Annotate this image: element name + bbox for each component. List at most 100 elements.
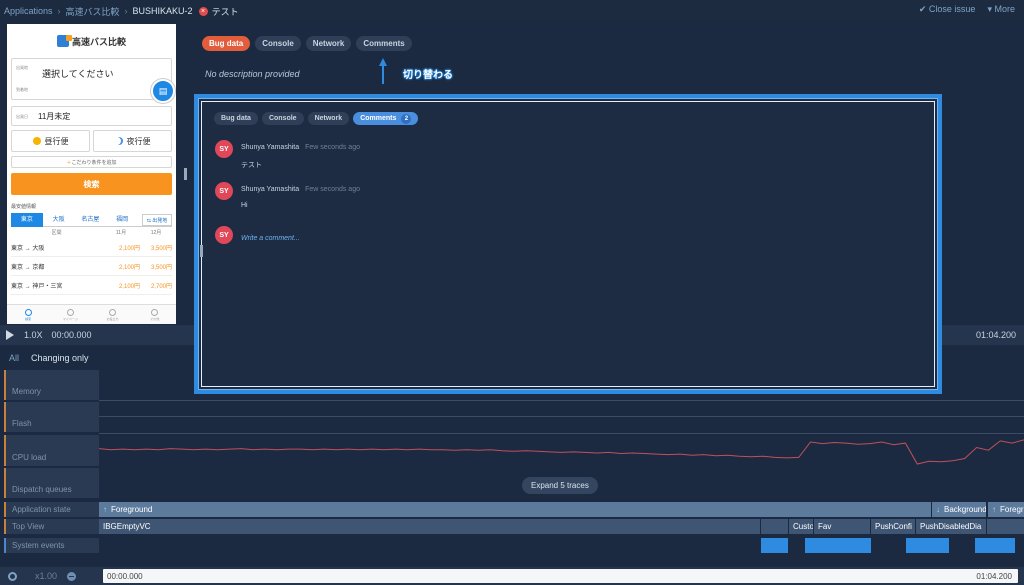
avatar: SY [215, 182, 233, 200]
arrow-up-icon: ↑ [103, 505, 107, 514]
comments-panel: Bug data Console Network Comments 2 SY Sh… [200, 101, 935, 387]
system-event[interactable] [975, 538, 1015, 553]
top-view-segment: IBGEmptyVC [99, 519, 760, 534]
route-placeholder: 選択してください [42, 69, 114, 79]
expand-traces-button[interactable]: Expand 5 traces [522, 477, 598, 494]
system-event[interactable] [761, 538, 788, 553]
header-actions: ✔ Close issue ▾ More [919, 4, 1015, 15]
date-value: 11月未定 [38, 111, 71, 121]
person-icon [66, 308, 74, 316]
cpu-load-line [99, 439, 1024, 465]
nav-mypage[interactable]: マイページ [49, 305, 91, 324]
playback-time: 00:00.000 [51, 330, 92, 340]
trace-label-memory: Memory [4, 370, 99, 400]
trace-label-flash: Flash [4, 402, 99, 432]
system-event[interactable] [805, 538, 871, 553]
region-tab[interactable]: 名古屋 [75, 213, 107, 227]
tab-comments[interactable]: Comments [356, 36, 412, 51]
pane-splitter-handle[interactable] [184, 168, 187, 180]
price-row[interactable]: 東京 → 神戸・三宮 2,100円 2,700円 [11, 276, 172, 295]
sun-icon [32, 137, 41, 145]
top-view-segment [761, 519, 788, 534]
top-view-segment: Custom [789, 519, 813, 534]
tab-network[interactable]: Network [307, 112, 350, 125]
filter-all[interactable]: All [9, 353, 19, 363]
region-tabs: 東京 大阪 名古屋 福岡 ⇆ 出発地 [11, 212, 172, 227]
more-icon [151, 308, 159, 316]
timeline-scrubber[interactable]: 00:00.000 01:04.200 [103, 569, 1018, 583]
price-table-header: 区間 11月 12月 [51, 230, 162, 236]
tab-comments[interactable]: Comments 2 [353, 112, 419, 125]
zoom-out-icon[interactable] [67, 571, 77, 581]
tab-console[interactable]: Console [261, 112, 304, 125]
description-placeholder: No description provided [205, 69, 300, 79]
moon-icon [115, 137, 123, 145]
app-state-segment: ↑Foreground [988, 502, 1024, 517]
tab-network[interactable]: Network [305, 36, 352, 51]
nav-tips[interactable]: お役立ち [92, 305, 134, 324]
nav-other[interactable]: その他 [134, 305, 176, 324]
date-selector[interactable]: 出発日 11月未定 [11, 106, 172, 126]
route-selector[interactable]: 出発地 到着地 選択してください ▤ [11, 58, 175, 103]
chat-icon[interactable]: ▤ [151, 79, 175, 103]
play-icon[interactable] [6, 330, 14, 340]
top-bar: Applications › 高速バス比較 › BUSHIKAKU-2 × テス… [0, 0, 1024, 22]
breadcrumb-issue-id: BUSHIKAKU-2 [132, 6, 193, 16]
from-label: 出発地 [16, 65, 28, 70]
search-button[interactable]: 検索 [11, 173, 172, 195]
price-row[interactable]: 東京 → 大阪 2,100円 3,500円 [11, 238, 172, 257]
scrubber-start-time: 00:00.000 [107, 571, 143, 581]
panel-splitter-handle[interactable] [200, 245, 203, 257]
detail-tabs: Bug data Console Network Comments [202, 36, 412, 51]
date-label: 出発日 [16, 114, 28, 119]
breadcrumb-applications[interactable]: Applications [4, 6, 53, 16]
lightbulb-icon [109, 308, 117, 316]
trace-label-app-state: Application state [4, 502, 99, 517]
app-logo: 高速バス比較 [7, 24, 176, 58]
top-view-segment: Fav [814, 519, 870, 534]
comment-author: Shunya Yamashita [241, 186, 300, 193]
close-issue-button[interactable]: ✔ Close issue [919, 4, 976, 15]
error-icon: × [198, 6, 208, 16]
region-tab[interactable]: 東京 [11, 212, 43, 227]
tab-bug-data[interactable]: Bug data [202, 36, 251, 51]
comment-time: Few seconds ago [305, 186, 360, 193]
zoom-icon[interactable] [8, 571, 17, 581]
section-title: 最安値情報 [11, 204, 37, 210]
logo-icon [56, 35, 72, 47]
comments-panel-tabs: Bug data Console Network Comments 2 [214, 112, 419, 125]
breadcrumb-app[interactable]: 高速バス比較 [66, 5, 120, 18]
price-row[interactable]: 東京 → 京都 2,100円 3,500円 [11, 257, 172, 276]
trace-label-dispatch: Dispatch queues [4, 468, 99, 498]
region-tab[interactable]: 福岡 [106, 213, 138, 227]
trace-divider [99, 400, 1024, 401]
system-event[interactable] [906, 538, 949, 553]
more-button[interactable]: ▾ More [987, 4, 1015, 15]
bottom-nav: 検索 マイページ お役立ち その他 [7, 304, 176, 324]
trace-divider [99, 433, 1024, 434]
playback-speed[interactable]: 1.0X [24, 330, 43, 340]
add-conditions-button[interactable]: ＋こだわり条件を追加 [11, 156, 172, 168]
night-bus-button[interactable]: 夜行便 [93, 130, 172, 152]
trace-label-top-view: Top View [4, 519, 99, 534]
search-icon [24, 308, 32, 316]
issue-title: テスト [211, 6, 239, 17]
check-icon: ✔ [918, 4, 929, 14]
zoom-level: x1.00 [35, 571, 58, 581]
arrow-up-icon [379, 58, 387, 84]
nav-search[interactable]: 検索 [7, 305, 49, 324]
tab-bug-data[interactable]: Bug data [214, 112, 258, 125]
annotation-label: 切り替わる [403, 70, 453, 81]
comment-author: Shunya Yamashita [241, 144, 300, 151]
comment-input[interactable]: Write a comment... [241, 235, 300, 242]
day-bus-button[interactable]: 昼行便 [11, 130, 90, 152]
playback-duration: 01:04.200 [975, 330, 1016, 340]
comments-panel-overlay: Bug data Console Network Comments 2 SY Sh… [194, 94, 942, 394]
region-tab[interactable]: 大阪 [43, 213, 75, 227]
app-state-segment: ↑Foreground [99, 502, 931, 517]
scrubber-end-time: 01:04.200 [976, 571, 1012, 581]
filter-changing-only[interactable]: Changing only [31, 353, 89, 363]
trace-label-system-events: System events [4, 538, 99, 553]
tab-console[interactable]: Console [255, 36, 301, 51]
swap-button[interactable]: ⇆ 出発地 [142, 213, 172, 226]
